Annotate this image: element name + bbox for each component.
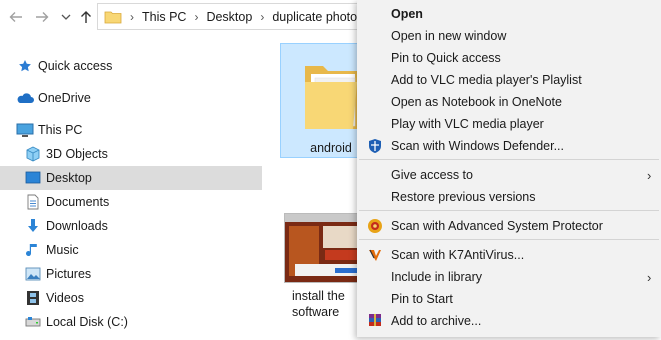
- cube-icon: [24, 145, 42, 163]
- context-menu: Open Open in new window Pin to Quick acc…: [357, 0, 661, 337]
- menu-divider: [359, 210, 659, 211]
- menu-item-restore-versions[interactable]: Restore previous versions: [357, 186, 661, 208]
- sidebar-item-label: Quick access: [38, 59, 113, 73]
- menu-item-label: Open as Notebook in OneNote: [391, 95, 562, 109]
- menu-item-label: Scan with Advanced System Protector: [391, 219, 603, 233]
- menu-item-add-vlc-playlist[interactable]: Add to VLC media player's Playlist: [357, 69, 661, 91]
- pictures-icon: [24, 265, 42, 283]
- sidebar-item-desktop[interactable]: Desktop: [0, 166, 262, 190]
- menu-item-label: Open: [391, 7, 423, 21]
- breadcrumb-this-pc[interactable]: This PC: [142, 10, 186, 24]
- menu-item-label: Restore previous versions: [391, 190, 536, 204]
- file-list: android install the software: [262, 34, 380, 337]
- sidebar-item-this-pc[interactable]: This PC: [0, 118, 262, 142]
- breadcrumb-duplicate-photos[interactable]: duplicate photos: [272, 10, 363, 24]
- shield-protector-icon: [367, 218, 383, 234]
- menu-item-label: Pin to Start: [391, 292, 453, 306]
- menu-item-give-access[interactable]: Give access to ›: [357, 164, 661, 186]
- menu-item-play-vlc[interactable]: Play with VLC media player: [357, 113, 661, 135]
- sidebar-item-label: OneDrive: [38, 91, 91, 105]
- forward-button[interactable]: [32, 7, 52, 27]
- recent-locations-button[interactable]: [56, 7, 76, 27]
- download-arrow-icon: [24, 217, 42, 235]
- menu-item-label: Play with VLC media player: [391, 117, 544, 131]
- back-arrow-icon: [9, 12, 22, 22]
- sidebar-item-label: Downloads: [46, 219, 108, 233]
- image-thumbnail-icon: [285, 214, 367, 282]
- desktop-icon: [24, 169, 42, 187]
- sidebar-item-onedrive[interactable]: OneDrive: [0, 86, 262, 110]
- address-bar[interactable]: › This PC › Desktop › duplicate photos: [97, 3, 367, 30]
- sidebar-item-videos[interactable]: Videos: [0, 286, 262, 310]
- music-note-icon: [24, 241, 42, 259]
- menu-item-label: Give access to: [391, 168, 473, 182]
- menu-item-label: Open in new window: [391, 29, 507, 43]
- star-icon: [16, 57, 34, 75]
- menu-item-label: Add to archive...: [391, 314, 482, 328]
- sidebar-item-quick-access[interactable]: Quick access: [0, 54, 262, 78]
- menu-item-open-new-window[interactable]: Open in new window: [357, 25, 661, 47]
- chevron-right-icon: ›: [647, 270, 652, 285]
- windows-defender-icon: [367, 138, 383, 154]
- cloud-icon: [16, 89, 34, 107]
- menu-divider: [359, 239, 659, 240]
- menu-item-include-library[interactable]: Include in library ›: [357, 266, 661, 288]
- menu-item-scan-k7[interactable]: Scan with K7AntiVirus...: [357, 244, 661, 266]
- k7-antivirus-icon: [367, 247, 383, 263]
- menu-item-open[interactable]: Open: [357, 3, 661, 25]
- menu-item-label: Include in library: [391, 270, 483, 284]
- up-arrow-icon: [81, 11, 91, 23]
- folder-icon: [104, 11, 122, 23]
- menu-item-label: Add to VLC media player's Playlist: [391, 73, 582, 87]
- sidebar-item-label: Music: [46, 243, 79, 257]
- sidebar-item-label: Documents: [46, 195, 110, 209]
- sidebar-item-3d-objects[interactable]: 3D Objects: [0, 142, 262, 166]
- breadcrumb-separator-icon: ›: [260, 9, 265, 24]
- back-button[interactable]: [6, 7, 26, 27]
- folder-icon: [305, 66, 357, 129]
- sidebar-item-label: Desktop: [46, 171, 92, 185]
- sidebar-item-downloads[interactable]: Downloads: [0, 214, 262, 238]
- forward-arrow-icon: [36, 12, 49, 22]
- up-button[interactable]: [76, 7, 96, 27]
- sidebar-item-label: This PC: [38, 123, 83, 137]
- film-icon: [24, 289, 42, 307]
- file-item-thumbnail[interactable]: [284, 213, 368, 283]
- navigation-pane: Quick access OneDrive This PC 3D Objects…: [0, 50, 262, 340]
- sidebar-item-label: Pictures: [46, 267, 92, 281]
- document-icon: [24, 193, 42, 211]
- menu-item-label: Scan with K7AntiVirus...: [391, 248, 525, 262]
- breadcrumb-desktop[interactable]: Desktop: [206, 10, 252, 24]
- sidebar-item-local-disk[interactable]: Local Disk (C:): [0, 310, 262, 334]
- menu-item-scan-asp[interactable]: Scan with Advanced System Protector: [357, 215, 661, 237]
- menu-divider: [359, 159, 659, 160]
- sidebar-item-label: Local Disk (C:): [46, 315, 128, 329]
- menu-item-pin-start[interactable]: Pin to Start: [357, 288, 661, 310]
- chevron-down-icon: [61, 14, 71, 20]
- menu-item-scan-defender[interactable]: Scan with Windows Defender...: [357, 135, 661, 157]
- menu-item-label: Scan with Windows Defender...: [391, 139, 564, 153]
- menu-item-label: Pin to Quick access: [391, 51, 501, 65]
- breadcrumb-separator-icon: ›: [194, 9, 199, 24]
- sidebar-item-label: 3D Objects: [46, 147, 108, 161]
- menu-item-open-onenote[interactable]: Open as Notebook in OneNote: [357, 91, 661, 113]
- sidebar-item-music[interactable]: Music: [0, 238, 262, 262]
- breadcrumb-separator-icon: ›: [130, 9, 134, 24]
- winrar-archive-icon: [367, 313, 383, 329]
- computer-icon: [16, 121, 34, 139]
- sidebar-item-documents[interactable]: Documents: [0, 190, 262, 214]
- chevron-right-icon: ›: [647, 168, 652, 183]
- sidebar-item-pictures[interactable]: Pictures: [0, 262, 262, 286]
- menu-item-pin-quick-access[interactable]: Pin to Quick access: [357, 47, 661, 69]
- disk-icon: [24, 313, 42, 331]
- menu-item-add-archive[interactable]: Add to archive...: [357, 310, 661, 332]
- sidebar-item-label: Videos: [46, 291, 84, 305]
